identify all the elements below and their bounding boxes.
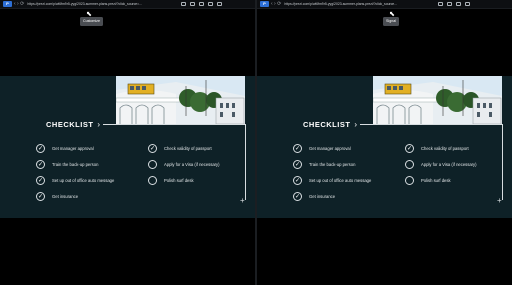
slide-title: CHECKLIST — [303, 120, 351, 129]
checklist-item-label: Apply for a Visa (if necessary) — [421, 162, 477, 167]
share-icon[interactable] — [190, 2, 196, 6]
check-circle-icon: ✓ — [36, 192, 45, 201]
menu-icon[interactable] — [217, 2, 223, 6]
check-circle-icon: ✓ — [293, 144, 302, 153]
share-icon[interactable] — [447, 2, 453, 6]
checklist-item-label: Set up out of office auto message — [52, 178, 115, 183]
checklist-item: ✓ Set up out of office auto message — [36, 176, 114, 185]
chevron-right-icon[interactable]: › — [354, 120, 357, 129]
prezi-logo[interactable]: P — [3, 1, 12, 7]
plus-icon[interactable]: + — [497, 197, 502, 205]
camera-icon[interactable] — [456, 2, 462, 6]
tram-photo — [373, 76, 502, 124]
checklist-item: ✓ Set up out of office auto message — [293, 176, 371, 185]
checklist-item: Polish surf desk — [148, 176, 194, 185]
check-circle-icon: ✓ — [148, 144, 157, 153]
window-icon[interactable] — [465, 2, 471, 6]
checklist-item: ✓ Get insurance — [293, 192, 335, 201]
url-bar[interactable]: https://prezi.com/p/wl6fm9r5-yyg/2023-su… — [284, 0, 434, 9]
tram-photo — [116, 76, 245, 124]
connector-line-vertical — [502, 124, 503, 200]
checklist-slide: CHECKLIST › + ✓ Get manager approval ✓ T… — [257, 76, 512, 218]
check-circle-icon: ✓ — [36, 176, 45, 185]
plus-icon[interactable]: + — [240, 197, 245, 205]
connector-line-vertical — [245, 124, 246, 200]
check-circle-icon: ✓ — [293, 176, 302, 185]
nav-buttons[interactable]: ‹ › ⟳ — [271, 0, 281, 9]
nav-buttons[interactable]: ‹ › ⟳ — [14, 0, 24, 9]
slide-title: CHECKLIST — [46, 120, 94, 129]
checklist-item-label: Train the back-up person — [309, 162, 356, 167]
checklist-item: ✓ Check validity of passport — [148, 144, 212, 153]
checklist-item: Apply for a Visa (if necessary) — [148, 160, 220, 169]
connector-line — [103, 124, 245, 125]
checklist-item-label: Check validity of passport — [421, 146, 469, 151]
left-pane: P ‹ › ⟳ https://prezi.com/p/wl6fm9r5-yyg… — [0, 0, 255, 285]
check-circle-icon: ✓ — [405, 144, 414, 153]
checklist-item: ✓ Train the back-up person — [293, 160, 355, 169]
check-circle-icon: ✓ — [36, 160, 45, 169]
checklist-item-label: Get insurance — [309, 194, 336, 199]
browser-toolbar: P ‹ › ⟳ https://prezi.com/p/wl6fm9r5-yyg… — [257, 0, 512, 9]
checklist-item-label: Get insurance — [52, 194, 79, 199]
checklist-item-label: Polish surf desk — [421, 178, 451, 183]
checklist-item: ✓ Check validity of passport — [405, 144, 469, 153]
tooltip: Signal — [383, 17, 399, 26]
camera-icon[interactable] — [199, 2, 205, 6]
checklist-item-label: Get manager approval — [309, 146, 351, 151]
empty-circle-icon — [405, 160, 414, 169]
prezi-logo[interactable]: P — [260, 1, 269, 7]
connector-line — [360, 124, 502, 125]
right-pane: P ‹ › ⟳ https://prezi.com/p/wl6fm9r5-yyg… — [257, 0, 512, 285]
checklist-item-label: Get manager approval — [52, 146, 94, 151]
tooltip: Customize — [80, 17, 103, 26]
checklist-item: ✓ Train the back-up person — [36, 160, 98, 169]
checklist-item-label: Polish surf desk — [164, 178, 194, 183]
checklist-item: ✓ Get insurance — [36, 192, 78, 201]
checklist-item-label: Set up out of office auto message — [309, 178, 372, 183]
checklist-item-label: Train the back-up person — [52, 162, 99, 167]
check-circle-icon: ✓ — [293, 160, 302, 169]
check-circle-icon: ✓ — [293, 192, 302, 201]
checklist-slide: CHECKLIST › + ✓ Get manager approval ✓ T… — [0, 76, 255, 218]
browser-toolbar: P ‹ › ⟳ https://prezi.com/p/wl6fm9r5-yyg… — [0, 0, 255, 9]
checklist-item-label: Check validity of passport — [164, 146, 212, 151]
extension-icon[interactable] — [181, 2, 187, 6]
window-icon[interactable] — [208, 2, 214, 6]
check-circle-icon: ✓ — [36, 144, 45, 153]
checklist-item: Apply for a Visa (if necessary) — [405, 160, 477, 169]
checklist-item: ✓ Get manager approval — [293, 144, 351, 153]
url-bar[interactable]: https://prezi.com/p/wl6fm9r5-yyg/2023-su… — [27, 0, 177, 9]
checklist-item: ✓ Get manager approval — [36, 144, 94, 153]
empty-circle-icon — [148, 160, 157, 169]
checklist-item-label: Apply for a Visa (if necessary) — [164, 162, 220, 167]
empty-circle-icon — [148, 176, 157, 185]
empty-circle-icon — [405, 176, 414, 185]
extension-icon[interactable] — [438, 2, 444, 6]
checklist-item: Polish surf desk — [405, 176, 451, 185]
chevron-right-icon[interactable]: › — [97, 120, 100, 129]
